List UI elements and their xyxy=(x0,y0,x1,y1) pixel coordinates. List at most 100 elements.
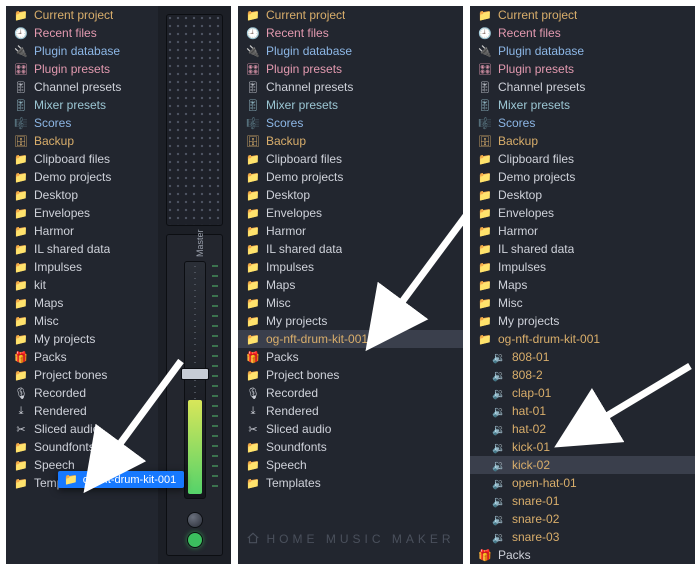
browser-item[interactable]: 🗄Backup xyxy=(6,132,158,150)
browser-item[interactable]: 🔉snare-01 xyxy=(470,492,695,510)
browser-item[interactable]: 🗄Backup xyxy=(470,132,695,150)
browser-item[interactable]: ✂Sliced audio xyxy=(6,420,158,438)
browser-item[interactable]: 📁Misc xyxy=(238,294,463,312)
browser-item[interactable]: 📁Maps xyxy=(470,276,695,294)
browser-item[interactable]: 📁og-nft-drum-kit-001 xyxy=(470,330,695,348)
folder-icon: 🎁 xyxy=(478,549,492,562)
browser-item[interactable]: 🎛Plugin presets xyxy=(470,60,695,78)
browser-item[interactable]: 📁Speech xyxy=(238,456,463,474)
browser-item[interactable]: 📁Envelopes xyxy=(6,204,158,222)
browser-item[interactable]: 📁Harmor xyxy=(6,222,158,240)
browser-item[interactable]: 📁Misc xyxy=(470,294,695,312)
browser-item[interactable]: 🎚Mixer presets xyxy=(238,96,463,114)
browser-item[interactable]: 📁IL shared data xyxy=(6,240,158,258)
browser-item[interactable]: 📁Envelopes xyxy=(470,204,695,222)
browser-item[interactable]: 📁Templates xyxy=(238,474,463,492)
browser-item[interactable]: 📁Demo projects xyxy=(6,168,158,186)
browser-item[interactable]: 📁Clipboard files xyxy=(238,150,463,168)
browser-item[interactable]: 🎚Channel presets xyxy=(238,78,463,96)
browser-item[interactable]: 📁Maps xyxy=(238,276,463,294)
browser-item[interactable]: 🔉open-hat-01 xyxy=(470,474,695,492)
browser-item-label: Clipboard files xyxy=(34,152,110,166)
browser-item[interactable]: 📁Soundfonts xyxy=(238,438,463,456)
browser-item[interactable]: 📁Soundfonts xyxy=(6,438,158,456)
browser-item[interactable]: 🔉hat-02 xyxy=(470,420,695,438)
browser-item[interactable]: 📁My projects xyxy=(470,312,695,330)
mixer-fader[interactable] xyxy=(184,261,206,499)
browser-item[interactable]: 📁IL shared data xyxy=(238,240,463,258)
browser-item[interactable]: 🔉hat-01 xyxy=(470,402,695,420)
browser-item[interactable]: 📁kit xyxy=(6,276,158,294)
browser-item[interactable]: 📁Desktop xyxy=(470,186,695,204)
browser-item[interactable]: 🎼Scores xyxy=(238,114,463,132)
browser-item[interactable]: 🎼Scores xyxy=(470,114,695,132)
browser-item[interactable]: 🎼Scores xyxy=(6,114,158,132)
browser-item[interactable]: 🔉808-2 xyxy=(470,366,695,384)
folder-icon: 📁 xyxy=(478,261,492,274)
browser-item[interactable]: 🔉snare-03 xyxy=(470,528,695,546)
browser-item-label: My projects xyxy=(498,314,559,328)
browser-item[interactable]: 🎙Recorded xyxy=(238,384,463,402)
browser-item[interactable]: 📁Current project xyxy=(238,6,463,24)
browser-item[interactable]: 📁Demo projects xyxy=(238,168,463,186)
browser-item[interactable]: ⤓Rendered xyxy=(6,402,158,420)
folder-icon: 📁 xyxy=(478,297,492,310)
browser-item[interactable]: 🎚Channel presets xyxy=(470,78,695,96)
browser-item[interactable]: ✂Sliced audio xyxy=(238,420,463,438)
browser-item[interactable]: 📁Harmor xyxy=(470,222,695,240)
fader-cap[interactable] xyxy=(181,368,209,380)
browser-item[interactable]: 🔉kick-01 xyxy=(470,438,695,456)
browser-item[interactable]: ⤓Rendered xyxy=(238,402,463,420)
browser-item[interactable]: 🔉kick-02 xyxy=(470,456,695,474)
browser-item[interactable]: 📁Desktop xyxy=(238,186,463,204)
browser-item[interactable]: 📁Demo projects xyxy=(470,168,695,186)
browser-item[interactable]: 🕘Recent files xyxy=(238,24,463,42)
browser-item[interactable]: 🔉808-01 xyxy=(470,348,695,366)
browser-item[interactable]: 📁Desktop xyxy=(6,186,158,204)
browser-item[interactable]: 🎙Recorded xyxy=(6,384,158,402)
browser-item[interactable]: 📁Envelopes xyxy=(238,204,463,222)
browser-item[interactable]: 📁Project bones xyxy=(238,366,463,384)
browser-sidebar[interactable]: 📁Current project🕘Recent files🔌Plugin dat… xyxy=(238,6,463,564)
folder-icon: 📁 xyxy=(478,225,492,238)
browser-item[interactable]: 🎁Packs xyxy=(470,546,695,564)
drag-folder-chip[interactable]: 📁 og-nft-drum-kit-001 xyxy=(58,471,184,488)
browser-item[interactable]: 🎁Packs xyxy=(6,348,158,366)
browser-item[interactable]: 📁IL shared data xyxy=(470,240,695,258)
browser-sidebar[interactable]: 📁Current project🕘Recent files🔌Plugin dat… xyxy=(470,6,695,564)
browser-item[interactable]: 📁Clipboard files xyxy=(6,150,158,168)
mute-button[interactable] xyxy=(188,533,202,547)
browser-item[interactable]: 🎚Channel presets xyxy=(6,78,158,96)
browser-item[interactable]: 📁Misc xyxy=(6,312,158,330)
browser-item[interactable]: 🎚Mixer presets xyxy=(6,96,158,114)
browser-item[interactable]: 🕘Recent files xyxy=(470,24,695,42)
browser-item[interactable]: 📁Current project xyxy=(470,6,695,24)
browser-item[interactable]: 📁og-nft-drum-kit-001 xyxy=(238,330,463,348)
folder-icon: 📁 xyxy=(246,9,260,22)
browser-item[interactable]: 🔌Plugin database xyxy=(238,42,463,60)
browser-item[interactable]: 🕘Recent files xyxy=(6,24,158,42)
browser-item[interactable]: 📁Project bones xyxy=(6,366,158,384)
browser-item[interactable]: 📁Current project xyxy=(6,6,158,24)
browser-item[interactable]: 📁Harmor xyxy=(238,222,463,240)
browser-item[interactable]: 📁My projects xyxy=(6,330,158,348)
step-grid[interactable] xyxy=(166,14,223,226)
browser-item[interactable]: 🔉snare-02 xyxy=(470,510,695,528)
mixer-track[interactable]: Master xyxy=(166,234,223,556)
browser-item[interactable]: 🔉clap-01 xyxy=(470,384,695,402)
browser-item[interactable]: 🔌Plugin database xyxy=(6,42,158,60)
pan-knob[interactable] xyxy=(188,513,202,527)
browser-item[interactable]: 🔌Plugin database xyxy=(470,42,695,60)
browser-item[interactable]: 📁Clipboard files xyxy=(470,150,695,168)
browser-item[interactable]: 🗄Backup xyxy=(238,132,463,150)
browser-item[interactable]: 🎛Plugin presets xyxy=(238,60,463,78)
browser-item[interactable]: 🎛Plugin presets xyxy=(6,60,158,78)
browser-item[interactable]: 📁Impulses xyxy=(6,258,158,276)
browser-item[interactable]: 📁Maps xyxy=(6,294,158,312)
browser-item[interactable]: 📁Impulses xyxy=(470,258,695,276)
browser-item[interactable]: 🎁Packs xyxy=(238,348,463,366)
sample-icon: 🔉 xyxy=(492,369,506,382)
browser-item[interactable]: 🎚Mixer presets xyxy=(470,96,695,114)
browser-item[interactable]: 📁Impulses xyxy=(238,258,463,276)
browser-item[interactable]: 📁My projects xyxy=(238,312,463,330)
